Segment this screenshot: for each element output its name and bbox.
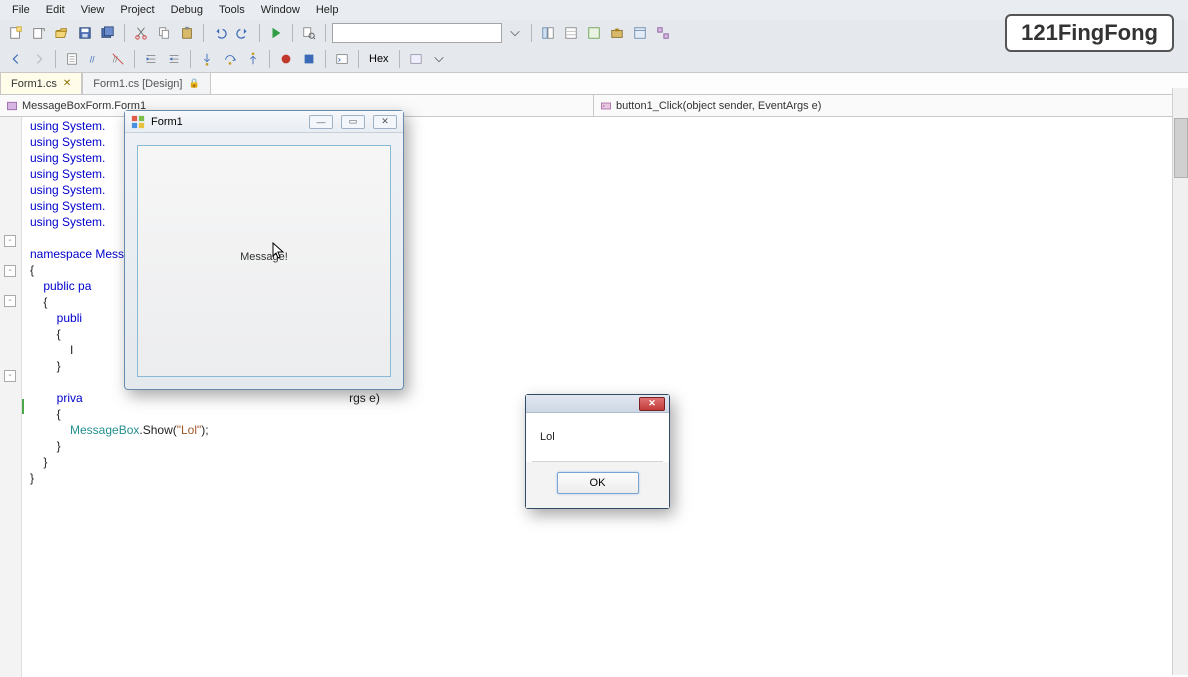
outline-toggle[interactable]: - (4, 295, 16, 307)
step-into-icon[interactable] (197, 49, 217, 69)
menu-help[interactable]: Help (308, 2, 347, 18)
find-in-files-icon[interactable] (299, 23, 319, 43)
close-icon[interactable]: ✕ (63, 78, 71, 89)
ok-button[interactable]: OK (557, 472, 639, 494)
menu-debug[interactable]: Debug (163, 2, 211, 18)
save-icon[interactable] (75, 23, 95, 43)
nav-backward-icon[interactable] (6, 49, 26, 69)
tab-form1-cs[interactable]: Form1.cs ✕ (0, 72, 82, 94)
chevron-down-icon[interactable] (505, 23, 525, 43)
app-icon (131, 115, 145, 129)
hex-toggle[interactable]: Hex (365, 53, 393, 65)
options-icon[interactable] (406, 49, 426, 69)
tab-label: Form1.cs (11, 78, 57, 90)
nav-forward-icon[interactable] (29, 49, 49, 69)
watermark-label: 121FingFong (1005, 14, 1174, 52)
paste-icon[interactable] (177, 23, 197, 43)
comment-icon[interactable]: // (85, 49, 105, 69)
immediate-icon[interactable] (332, 49, 352, 69)
start-debug-icon[interactable] (266, 23, 286, 43)
form1-client-area[interactable]: Message! (137, 145, 391, 377)
open-icon[interactable] (52, 23, 72, 43)
new-project-icon[interactable] (6, 23, 26, 43)
method-icon (600, 100, 612, 112)
document-tabs: Form1.cs ✕ Form1.cs [Design] 🔒 (0, 73, 1188, 95)
running-form-window[interactable]: Form1 — ▭ ✕ Message! (124, 110, 404, 390)
uncomment-icon[interactable]: // (108, 49, 128, 69)
cursor-icon (272, 242, 286, 260)
undo-icon[interactable] (210, 23, 230, 43)
lock-icon: 🔒 (188, 78, 199, 89)
tab-form1-design[interactable]: Form1.cs [Design] 🔒 (82, 72, 210, 94)
step-out-icon[interactable] (243, 49, 263, 69)
copy-icon[interactable] (154, 23, 174, 43)
menu-edit[interactable]: Edit (38, 2, 73, 18)
messagebox-dialog[interactable]: ✕ Lol OK (525, 394, 670, 509)
menu-tools[interactable]: Tools (211, 2, 253, 18)
toolbox-icon[interactable] (607, 23, 627, 43)
form1-titlebar[interactable]: Form1 — ▭ ✕ (125, 111, 403, 133)
solution-explorer-icon[interactable] (538, 23, 558, 43)
menu-view[interactable]: View (73, 2, 113, 18)
outline-gutter: - - - - (0, 117, 22, 677)
cut-icon[interactable] (131, 23, 151, 43)
menu-window[interactable]: Window (253, 2, 308, 18)
save-all-icon[interactable] (98, 23, 118, 43)
svg-text://: // (90, 55, 95, 65)
start-page-icon[interactable] (630, 23, 650, 43)
vertical-scrollbar[interactable] (1172, 88, 1188, 675)
breakpoints-icon[interactable] (276, 49, 296, 69)
solution-config-dropdown[interactable] (332, 23, 502, 43)
step-over-icon[interactable] (220, 49, 240, 69)
show-all-files-icon[interactable] (62, 49, 82, 69)
messagebox-text: Lol (526, 413, 669, 447)
method-dropdown[interactable]: button1_Click(object sender, EventArgs e… (594, 95, 1188, 116)
maximize-button[interactable]: ▭ (341, 115, 365, 129)
outdent-icon[interactable] (164, 49, 184, 69)
chevron-down-icon[interactable] (429, 49, 449, 69)
close-button[interactable]: ✕ (373, 115, 397, 129)
form1-title: Form1 (151, 116, 183, 128)
method-dropdown-label: button1_Click(object sender, EventArgs e… (616, 100, 821, 112)
stop-icon[interactable] (299, 49, 319, 69)
menu-project[interactable]: Project (112, 2, 162, 18)
add-item-icon[interactable] (29, 23, 49, 43)
extensions-icon[interactable] (653, 23, 673, 43)
tab-label: Form1.cs [Design] (93, 78, 182, 90)
close-button[interactable]: ✕ (639, 397, 665, 411)
outline-toggle[interactable]: - (4, 370, 16, 382)
class-icon (6, 100, 18, 112)
object-browser-icon[interactable] (584, 23, 604, 43)
outline-toggle[interactable]: - (4, 265, 16, 277)
redo-icon[interactable] (233, 23, 253, 43)
messagebox-titlebar[interactable]: ✕ (526, 395, 669, 413)
properties-icon[interactable] (561, 23, 581, 43)
indent-icon[interactable] (141, 49, 161, 69)
minimize-button[interactable]: — (309, 115, 333, 129)
scrollbar-thumb[interactable] (1174, 118, 1188, 178)
outline-toggle[interactable]: - (4, 235, 16, 247)
menu-file[interactable]: File (4, 2, 38, 18)
change-marker (22, 399, 24, 414)
